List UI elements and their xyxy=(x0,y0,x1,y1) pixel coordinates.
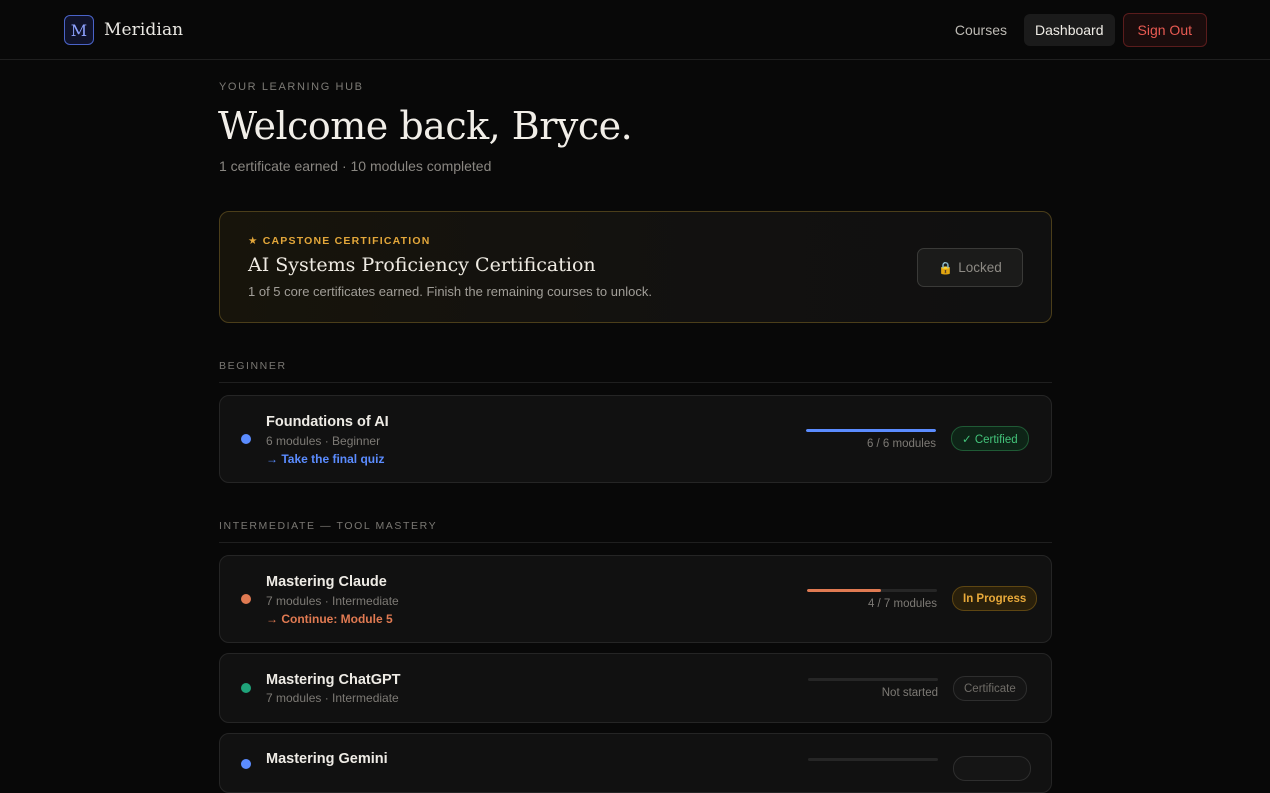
course-progress: 4 / 7 modules xyxy=(807,589,937,610)
brand[interactable]: M Meridian xyxy=(64,15,183,45)
status-badge-certificate: Certificate xyxy=(953,676,1027,701)
status-badge-certified: ✓ Certified xyxy=(951,426,1029,451)
course-card-gemini[interactable]: Mastering Gemini xyxy=(219,733,1052,793)
progress-label: 6 / 6 modules xyxy=(866,438,936,450)
hero-subtitle: 1 certificate earned · 10 modules comple… xyxy=(219,158,492,174)
capstone-card: ★ CAPSTONE CERTIFICATION AI Systems Prof… xyxy=(219,211,1052,323)
progress-fill xyxy=(807,589,882,592)
course-meta: 7 modules · Intermediate xyxy=(266,594,399,608)
course-card-chatgpt[interactable]: Mastering ChatGPT 7 modules · Intermedia… xyxy=(219,653,1052,723)
status-badge-in-progress: In Progress xyxy=(952,586,1038,611)
top-bar: M Meridian Courses Dashboard Sign Out xyxy=(0,0,1270,60)
lock-icon: 🔒 xyxy=(938,260,954,275)
nav-dashboard[interactable]: Dashboard xyxy=(1024,14,1115,46)
course-cta-link[interactable]: → Take the final quiz xyxy=(266,452,384,466)
progress-fill xyxy=(806,429,936,432)
course-meta: 7 modules · Intermediate xyxy=(266,691,399,705)
capstone-subtitle: 1 of 5 core certificates earned. Finish … xyxy=(248,284,652,299)
capstone-title: AI Systems Proficiency Certification xyxy=(248,254,596,276)
course-cta-link[interactable]: → Continue: Module 5 xyxy=(266,612,393,626)
course-dot xyxy=(241,683,251,693)
course-title: Mastering Gemini xyxy=(266,751,388,767)
section-divider xyxy=(219,382,1052,383)
brand-name: Meridian xyxy=(104,20,184,40)
progress-label: Not started xyxy=(881,687,938,699)
capstone-eyebrow: ★ CAPSTONE CERTIFICATION xyxy=(248,235,431,247)
progress-track xyxy=(807,589,937,592)
course-dot xyxy=(241,594,251,604)
section-divider xyxy=(219,542,1052,543)
progress-track xyxy=(806,429,936,432)
sign-out-button[interactable]: Sign Out xyxy=(1122,13,1207,47)
capstone-locked-button[interactable]: 🔒 Locked xyxy=(917,248,1023,287)
course-progress: Not started xyxy=(808,678,938,699)
course-dot xyxy=(241,434,251,444)
course-card-claude[interactable]: Mastering Claude 7 modules · Intermediat… xyxy=(219,555,1052,643)
course-title: Mastering Claude xyxy=(266,574,387,590)
course-card-foundations[interactable]: Foundations of AI 6 modules · Beginner →… xyxy=(219,395,1052,483)
course-meta: 6 modules · Beginner xyxy=(266,434,381,448)
main-nav: Courses Dashboard Sign Out xyxy=(944,13,1207,47)
course-title: Foundations of AI xyxy=(266,414,389,430)
logo-icon: M xyxy=(64,15,94,45)
section-label-beginner: BEGINNER xyxy=(219,360,287,372)
hero-eyebrow: YOUR LEARNING HUB xyxy=(219,81,364,93)
course-title: Mastering ChatGPT xyxy=(266,672,401,688)
course-dot xyxy=(241,759,251,769)
page-title: Welcome back, Bryce. xyxy=(218,104,633,148)
nav-courses[interactable]: Courses xyxy=(944,14,1018,46)
progress-track xyxy=(808,678,938,681)
progress-label: 4 / 7 modules xyxy=(867,598,937,610)
locked-label: Locked xyxy=(958,260,1002,275)
course-progress: 6 / 6 modules xyxy=(806,429,936,450)
section-label-intermediate: INTERMEDIATE — TOOL MASTERY xyxy=(219,520,438,532)
